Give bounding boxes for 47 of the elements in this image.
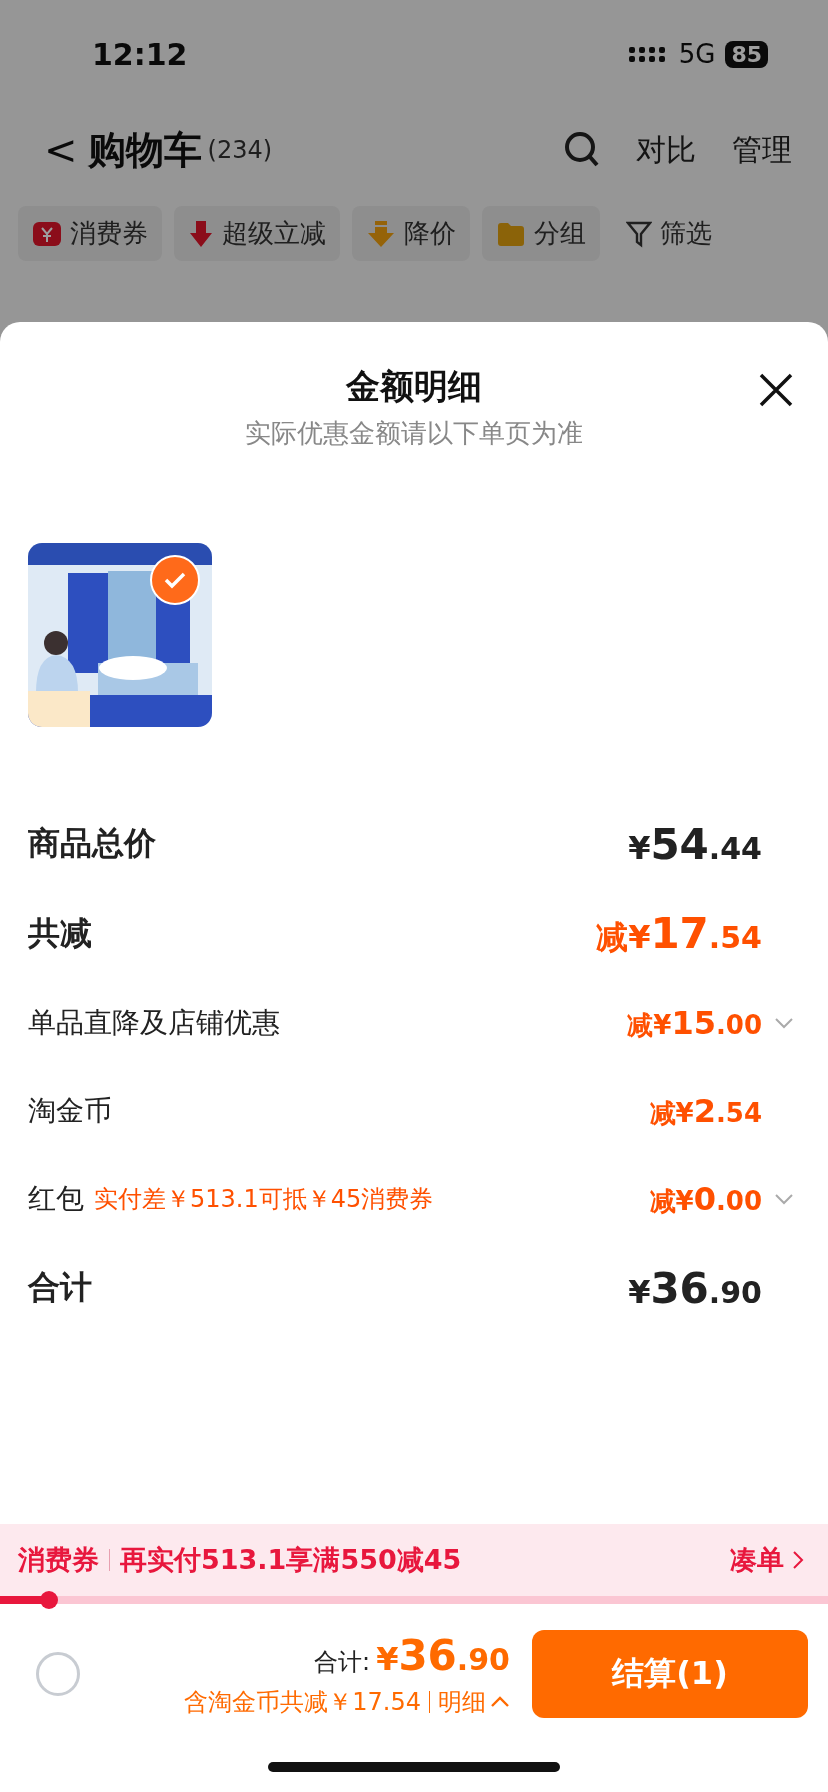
filter-chip[interactable]: 超级立减 [174, 206, 340, 261]
amount: ¥54.44 [628, 819, 762, 869]
select-all-radio[interactable] [36, 1652, 80, 1696]
sheet-title: 金额明细 [346, 365, 482, 408]
chevron-down-icon[interactable] [774, 1193, 794, 1205]
amount: ¥36.90 [628, 1263, 762, 1313]
total-label: 合计: [314, 1646, 371, 1678]
filter-chip[interactable]: 降价 [352, 206, 470, 261]
filter-chip[interactable]: 消费券 [18, 206, 162, 261]
amount: 减¥17.54 [596, 908, 762, 960]
sheet-subtitle: 实际优惠金额请以下单页为准 [245, 417, 583, 450]
row-label: 红包 [28, 1181, 84, 1217]
network-label: 5G [678, 39, 716, 69]
row-note: 实付差￥513.1可抵￥45消费券 [94, 1184, 435, 1215]
back-button[interactable]: < [44, 127, 78, 173]
amount: 减¥15.00 [627, 1003, 762, 1043]
savings-note: 含淘金币共减￥17.54 [184, 1686, 421, 1718]
filter-chip[interactable]: 分组 [482, 206, 600, 261]
row-label: 商品总价 [28, 823, 156, 864]
search-icon[interactable] [564, 131, 600, 169]
down-arrow-icon [188, 218, 214, 249]
total-amount: ¥36.90 [376, 1630, 510, 1680]
row-label: 单品直降及店铺优惠 [28, 1005, 280, 1041]
coupon-tag: 消费券 [18, 1542, 99, 1578]
row-label: 共减 [28, 913, 92, 954]
add-items-link[interactable]: 凑单 [730, 1542, 784, 1578]
chevron-right-icon[interactable] [792, 1550, 804, 1570]
battery-level: 85 [725, 40, 768, 68]
nav-action[interactable]: 管理 [732, 129, 792, 171]
row-label: 淘金币 [28, 1093, 112, 1129]
nav-action[interactable]: 对比 [636, 129, 696, 171]
coupon-message: 再实付513.1享满550减45 [120, 1543, 463, 1577]
row-label: 合计 [28, 1267, 92, 1308]
amount: 减¥0.00 [649, 1179, 762, 1219]
amount: 减¥2.54 [649, 1091, 762, 1131]
down-arrow-icon [366, 218, 396, 249]
progress-thumb [40, 1591, 58, 1609]
caret-up-icon[interactable] [490, 1695, 510, 1708]
clock: 12:12 [92, 36, 188, 72]
filter-chip[interactable]: 筛选 [612, 206, 726, 261]
chevron-down-icon[interactable] [774, 1017, 794, 1029]
detail-toggle[interactable]: 明细 [438, 1685, 510, 1718]
item-count: (234) [207, 136, 274, 164]
close-icon[interactable] [758, 372, 794, 408]
checkout-button[interactable]: 结算(1) [532, 1630, 808, 1718]
filter-icon [626, 219, 652, 248]
page-title: 购物车 [87, 126, 202, 174]
